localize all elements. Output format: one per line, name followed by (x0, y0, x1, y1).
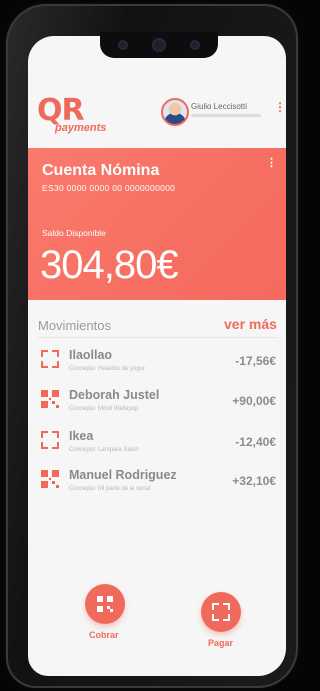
qr-payments-logo: QR payments (37, 96, 106, 135)
logo-sub-text: payments (55, 122, 107, 134)
movement-name: Ikea (69, 429, 94, 443)
scan-icon (212, 603, 230, 621)
app-header: QR payments Giulio Leccisotti ⋮ (28, 94, 286, 152)
frame-icon (41, 350, 59, 368)
movement-name: Manuel Rodriguez (69, 468, 177, 482)
charge-label[interactable]: Cobrar (89, 630, 119, 640)
user-name: Giulio Leccisotti (191, 102, 248, 111)
card-options-icon[interactable]: ⋮ (266, 156, 277, 169)
see-more-link[interactable]: ver más (224, 316, 277, 332)
balance-amount: 304,80€ (40, 243, 179, 287)
pay-label[interactable]: Pagar (208, 638, 233, 648)
frame-icon (41, 431, 59, 449)
qr-code-icon (97, 596, 113, 612)
balance-label: Saldo Disponible (42, 228, 106, 238)
movement-row[interactable]: Manuel Rodriguez Concepto: Mi parte de l… (38, 468, 278, 504)
app-screen: QR payments Giulio Leccisotti ⋮ Cuenta N… (28, 36, 286, 676)
phone-frame: QR payments Giulio Leccisotti ⋮ Cuenta N… (6, 4, 298, 688)
qr-code-icon (41, 470, 59, 488)
movement-concept: Concepto: Mi parte de la cena! (69, 486, 151, 492)
movement-amount: +32,10€ (232, 474, 276, 488)
movement-amount: -17,56€ (235, 354, 276, 368)
pay-button[interactable] (201, 592, 241, 632)
movement-amount: -12,40€ (235, 435, 276, 449)
account-title: Cuenta Nómina (42, 162, 160, 179)
more-options-icon[interactable]: ⋮ (274, 100, 286, 114)
notch (100, 32, 218, 58)
sensor-icon (118, 40, 128, 50)
sensor-icon (190, 40, 200, 50)
account-iban: ES30 0000 0000 00 0000000000 (42, 183, 176, 193)
movement-row[interactable]: Ilaollao Concepto: Helados de yogur -17,… (38, 348, 278, 384)
movement-concept: Concepto: Helados de yogur (69, 366, 146, 372)
front-camera-icon (152, 38, 166, 52)
divider (38, 337, 278, 338)
account-card[interactable]: Cuenta Nómina ES30 0000 0000 00 00000000… (28, 148, 286, 300)
movement-name: Deborah Justel (69, 388, 160, 402)
movement-amount: +90,00€ (232, 394, 276, 408)
qr-code-icon (41, 390, 59, 408)
movement-concept: Concepto: Lampara Salón (69, 447, 139, 453)
movement-row[interactable]: Ikea Concepto: Lampara Salón -12,40€ (38, 429, 278, 465)
movement-row[interactable]: Deborah Justel Concepto: Móvil Wallapop … (38, 388, 278, 424)
charge-button[interactable] (85, 584, 125, 624)
movements-title: Movimientos (38, 318, 111, 333)
movement-name: Ilaollao (69, 348, 113, 362)
movement-concept: Concepto: Móvil Wallapop (69, 406, 139, 412)
avatar[interactable] (161, 98, 189, 126)
user-subtitle-placeholder (191, 114, 261, 117)
